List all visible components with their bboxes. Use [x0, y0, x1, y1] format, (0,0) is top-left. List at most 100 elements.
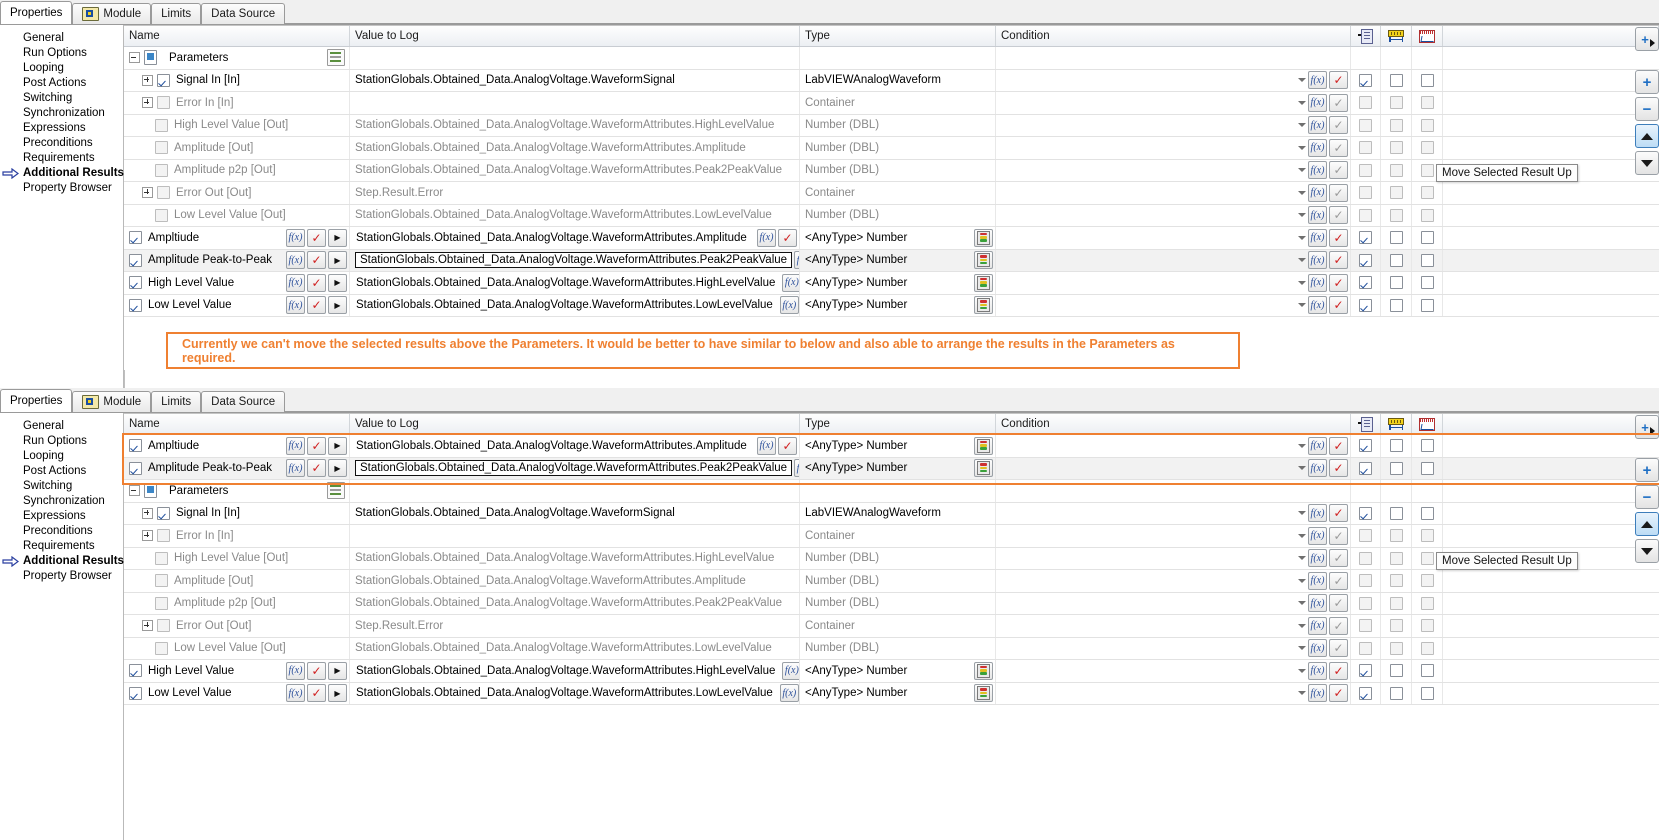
numeric-limit-checkbox[interactable] — [1389, 641, 1403, 655]
log-to-report-checkbox[interactable] — [1359, 276, 1372, 290]
waveform-checkbox[interactable] — [1420, 439, 1434, 453]
condition-dropdown-arrow[interactable] — [1295, 686, 1308, 700]
table-row[interactable]: Ampltiude f(x) ✓ ▶ StationGlobals.Obtained_D… — [124, 227, 1659, 250]
sidebar-item-additional-results[interactable]: Additional Results — [0, 554, 124, 569]
validate-button[interactable]: ✓ — [1329, 183, 1348, 202]
value-to-log-input[interactable]: StationGlobals.Obtained_Data.AnalogVolta… — [355, 663, 780, 679]
sidebar-item-synchronization[interactable]: Synchronization — [0, 494, 123, 509]
expression-button[interactable]: f(x) — [782, 273, 799, 292]
log-to-report-checkbox[interactable] — [1359, 551, 1372, 565]
value-to-log-input[interactable]: StationGlobals.Obtained_Data.AnalogVolta… — [355, 438, 755, 454]
condition-dropdown-arrow[interactable] — [1295, 574, 1308, 588]
sidebar-item-post-actions[interactable]: Post Actions — [0, 464, 123, 479]
validate-button[interactable]: ✓ — [1329, 661, 1348, 680]
numeric-limit-checkbox[interactable] — [1389, 686, 1403, 700]
row-enable-checkbox[interactable] — [129, 439, 142, 453]
expand-icon[interactable] — [142, 530, 153, 542]
tab-limits[interactable]: Limits — [151, 391, 202, 412]
waveform-checkbox[interactable] — [1420, 208, 1434, 222]
expression-button[interactable]: f(x) — [1308, 504, 1327, 523]
waveform-checkbox[interactable] — [1420, 96, 1434, 110]
condition-dropdown-arrow[interactable] — [1295, 141, 1308, 155]
log-to-report-checkbox[interactable] — [1359, 186, 1372, 200]
numeric-limit-checkbox[interactable] — [1389, 439, 1403, 453]
row-enable-checkbox[interactable] — [155, 596, 168, 610]
log-to-report-checkbox[interactable] — [1359, 298, 1372, 312]
expand-icon[interactable] — [142, 97, 153, 109]
condition-dropdown-arrow[interactable] — [1295, 208, 1308, 222]
expression-button[interactable]: f(x) — [779, 296, 799, 315]
table-row[interactable]: Ampltiude f(x) ✓ ▶ StationGlobals.Obtained_D… — [124, 435, 1659, 458]
waveform-checkbox[interactable] — [1420, 141, 1434, 155]
validate-button[interactable]: ✓ — [307, 296, 326, 315]
row-enable-checkbox[interactable] — [129, 276, 142, 290]
table-row[interactable]: Amplitude [Out] StationGlobals.Obtained_D… — [124, 137, 1659, 160]
column-header-condition[interactable]: Condition — [996, 26, 1351, 46]
table-row[interactable]: Error In [In] Container f(x) ✓ — [124, 92, 1659, 115]
waveform-checkbox[interactable] — [1420, 118, 1434, 132]
value-to-log-input[interactable]: StationGlobals.Obtained_Data.AnalogVolta… — [355, 275, 780, 291]
table-row[interactable]: Parameters — [124, 47, 1659, 70]
validate-button[interactable]: ✓ — [1329, 93, 1348, 112]
sidebar-item-property-browser[interactable]: Property Browser — [0, 569, 123, 584]
add-result-button[interactable]: + — [1635, 415, 1659, 439]
validate-button[interactable]: ✓ — [1329, 616, 1348, 635]
table-row[interactable]: Amplitude Peak-to-Peak f(x) ✓ ▶ StationGloba… — [124, 249, 1659, 272]
expand-icon[interactable] — [142, 74, 153, 86]
expression-button[interactable]: f(x) — [1308, 616, 1327, 635]
tab-module[interactable]: Module — [72, 3, 152, 24]
add-result-button[interactable]: + — [1635, 27, 1659, 51]
column-header-value-to-log[interactable]: Value to Log — [350, 414, 800, 434]
table-row[interactable]: Low Level Value f(x) ✓ ▶ StationGlobals.Obta… — [124, 294, 1659, 317]
move-down-button[interactable] — [1635, 539, 1659, 563]
column-header-name[interactable]: Name — [124, 414, 350, 434]
condition-dropdown-arrow[interactable] — [1295, 664, 1308, 678]
validate-button[interactable]: ✓ — [307, 436, 326, 455]
row-enable-checkbox[interactable] — [157, 73, 170, 87]
numeric-limit-checkbox[interactable] — [1389, 73, 1403, 87]
row-enable-checkbox[interactable] — [129, 664, 142, 678]
type-indicator-button[interactable] — [974, 436, 993, 455]
condition-dropdown-arrow[interactable] — [1295, 276, 1308, 290]
validate-button[interactable]: ✓ — [307, 684, 326, 703]
log-to-report-checkbox[interactable] — [1359, 574, 1372, 588]
expression-button[interactable]: f(x) — [1308, 296, 1327, 315]
expression-button[interactable]: f(x) — [1308, 639, 1327, 658]
expression-button[interactable]: f(x) — [1308, 206, 1327, 225]
waveform-checkbox[interactable] — [1420, 596, 1434, 610]
validate-button[interactable]: ✓ — [1329, 161, 1348, 180]
numeric-limit-checkbox[interactable] — [1389, 619, 1403, 633]
table-row[interactable]: Error Out [Out] Step.Result.Error Containe… — [124, 182, 1659, 205]
waveform-checkbox[interactable] — [1420, 686, 1434, 700]
increase-button[interactable]: + — [1635, 70, 1659, 94]
row-enable-checkbox[interactable] — [155, 574, 168, 588]
waveform-checkbox[interactable] — [1420, 186, 1434, 200]
sidebar-item-looping[interactable]: Looping — [0, 449, 123, 464]
sidebar-item-property-browser[interactable]: Property Browser — [0, 181, 123, 196]
row-enable-checkbox[interactable] — [157, 96, 170, 110]
row-enable-checkbox[interactable] — [129, 298, 142, 312]
column-header-condition[interactable]: Condition — [996, 414, 1351, 434]
condition-dropdown-arrow[interactable] — [1295, 529, 1308, 543]
condition-dropdown-arrow[interactable] — [1295, 506, 1308, 520]
column-header-numeric-limit[interactable] — [1381, 414, 1412, 434]
numeric-limit-checkbox[interactable] — [1389, 231, 1403, 245]
table-row[interactable]: Error In [In] Container f(x) ✓ — [124, 525, 1659, 548]
waveform-checkbox[interactable] — [1420, 506, 1434, 520]
sidebar-item-preconditions[interactable]: Preconditions — [0, 524, 123, 539]
row-menu-button[interactable]: ▶ — [328, 436, 347, 455]
validate-button[interactable]: ✓ — [1329, 228, 1348, 247]
table-row[interactable]: High Level Value [Out] StationGlobals.Obt… — [124, 114, 1659, 137]
expression-button[interactable]: f(x) — [1308, 161, 1327, 180]
type-indicator-button[interactable] — [974, 684, 993, 703]
expression-button[interactable]: f(x) — [1308, 459, 1327, 478]
condition-dropdown-arrow[interactable] — [1295, 551, 1308, 565]
validate-button[interactable]: ✓ — [307, 251, 326, 270]
type-indicator-button[interactable] — [974, 661, 993, 680]
table-row[interactable]: Low Level Value [Out] StationGlobals.Obta… — [124, 204, 1659, 227]
column-header-value-to-log[interactable]: Value to Log — [350, 26, 800, 46]
row-menu-button[interactable]: ▶ — [328, 296, 347, 315]
column-header-waveform[interactable] — [1412, 26, 1443, 46]
log-to-report-checkbox[interactable] — [1359, 163, 1372, 177]
validate-button[interactable]: ✓ — [1329, 71, 1348, 90]
